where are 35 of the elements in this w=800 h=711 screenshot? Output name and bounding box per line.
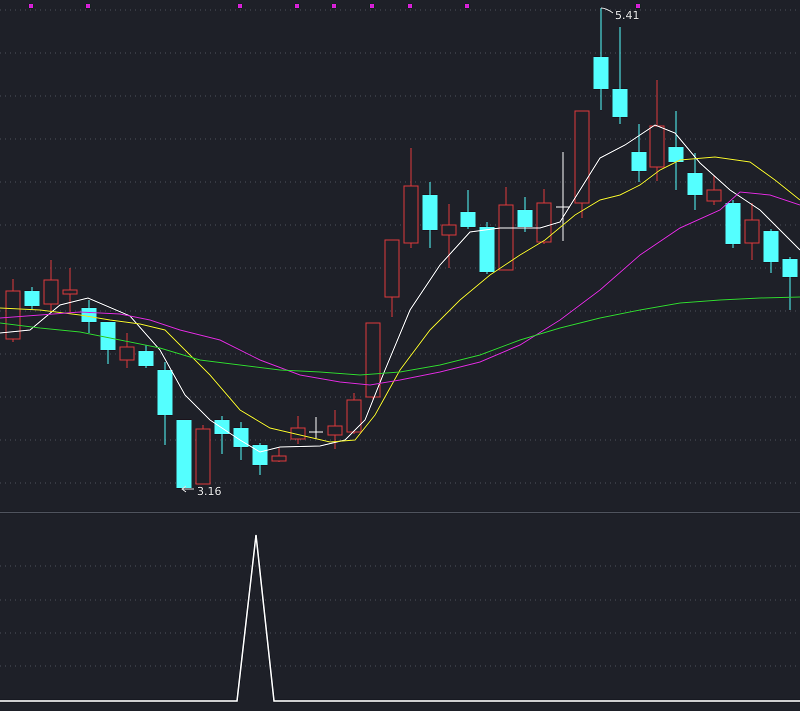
candlestick (422, 182, 438, 248)
candlestick (234, 422, 248, 460)
candlestick (632, 124, 646, 182)
candlestick (308, 416, 324, 440)
candlestick (214, 416, 230, 454)
candlestick (688, 152, 702, 210)
candlestick (62, 268, 78, 314)
candlestick (138, 344, 154, 368)
arrow-icon (181, 486, 194, 492)
candlestick (726, 200, 740, 248)
candlestick (744, 202, 760, 260)
candlestick (6, 278, 20, 342)
candlestick (328, 410, 342, 450)
candlestick (782, 256, 798, 310)
candlestick (290, 416, 306, 444)
high-price-label: 5.41 (615, 9, 640, 22)
candlestick (518, 196, 532, 232)
candlestick (346, 392, 362, 434)
candlestick (120, 332, 134, 368)
candlestick (100, 322, 116, 364)
candlestick (442, 204, 456, 268)
candlestick (44, 260, 58, 312)
candlestick (82, 300, 96, 334)
candlestick (196, 424, 210, 484)
leader-line (600, 8, 614, 14)
candlestick (764, 228, 778, 274)
candlestick (536, 188, 552, 244)
low-price-label: 3.16 (197, 485, 222, 498)
candlestick (460, 190, 476, 230)
candlestick (176, 420, 192, 488)
candlestick (252, 442, 268, 476)
candlestick (706, 176, 722, 206)
candlestick (24, 286, 40, 310)
candlestick (272, 448, 286, 462)
candlestick (480, 222, 494, 274)
